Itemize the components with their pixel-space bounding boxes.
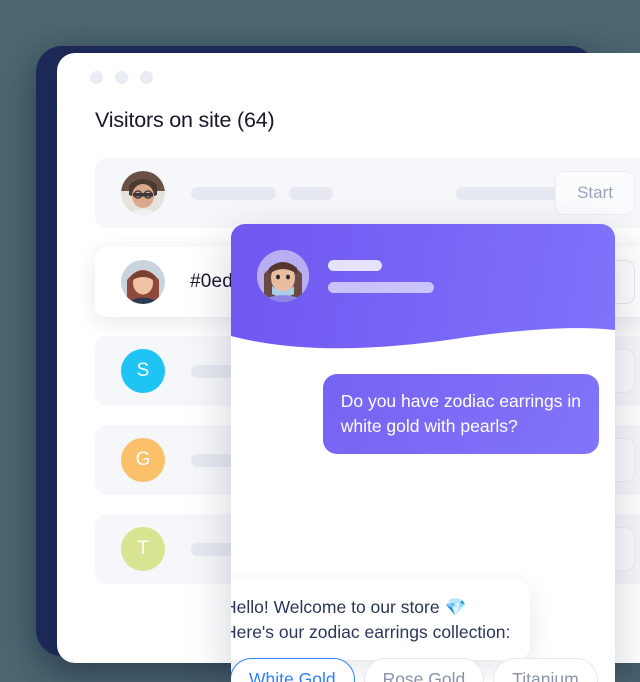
skeleton-bar xyxy=(289,186,333,200)
message-line: Do you have zodiac earrings in xyxy=(340,391,581,411)
visitor-avatar-photo-woman xyxy=(121,260,165,304)
visitor-avatar-photo-man xyxy=(121,171,165,215)
skeleton-bar xyxy=(456,186,561,200)
table-row[interactable]: Start xyxy=(95,158,640,228)
chat-body: Do you have zodiac earrings in white gol… xyxy=(231,352,615,682)
message-line: Hello! Welcome to our store 💎 xyxy=(231,597,467,617)
maximize-dot[interactable] xyxy=(115,71,128,84)
close-dot[interactable] xyxy=(140,71,153,84)
quick-reply-titanium[interactable]: Titanium xyxy=(493,658,598,682)
message-bubble-bot: Hello! Welcome to our store 💎 Here's our… xyxy=(231,580,531,660)
minimize-dot[interactable] xyxy=(90,71,103,84)
header-wave-divider xyxy=(231,328,615,354)
page-title: Visitors on site (64) xyxy=(95,108,275,132)
chat-header xyxy=(231,224,615,354)
visitor-avatar-initial-s: S xyxy=(121,349,165,393)
start-chat-button[interactable]: Start xyxy=(555,171,635,215)
message-line: white gold with pearls? xyxy=(340,415,518,436)
quick-reply-rose-gold[interactable]: Rose Gold xyxy=(363,658,485,682)
chat-widget: Do you have zodiac earrings in white gol… xyxy=(231,224,615,682)
quick-reply-options: White Gold Rose Gold Titanium xyxy=(231,658,598,682)
window-traffic-lights xyxy=(90,71,153,84)
agent-name-skeleton xyxy=(328,259,382,271)
message-line: Here's our zodiac earrings collection: xyxy=(231,621,511,642)
agent-name-placeholders xyxy=(328,259,434,293)
agent-status-skeleton xyxy=(328,281,434,293)
visitor-avatar-initial-t: T xyxy=(121,527,165,571)
message-bubble-visitor: Do you have zodiac earrings in white gol… xyxy=(322,374,599,454)
skeleton-bar xyxy=(191,186,276,200)
quick-reply-white-gold[interactable]: White Gold xyxy=(231,658,355,682)
visitor-avatar-initial-g: G xyxy=(121,438,165,482)
agent-avatar xyxy=(257,250,309,302)
